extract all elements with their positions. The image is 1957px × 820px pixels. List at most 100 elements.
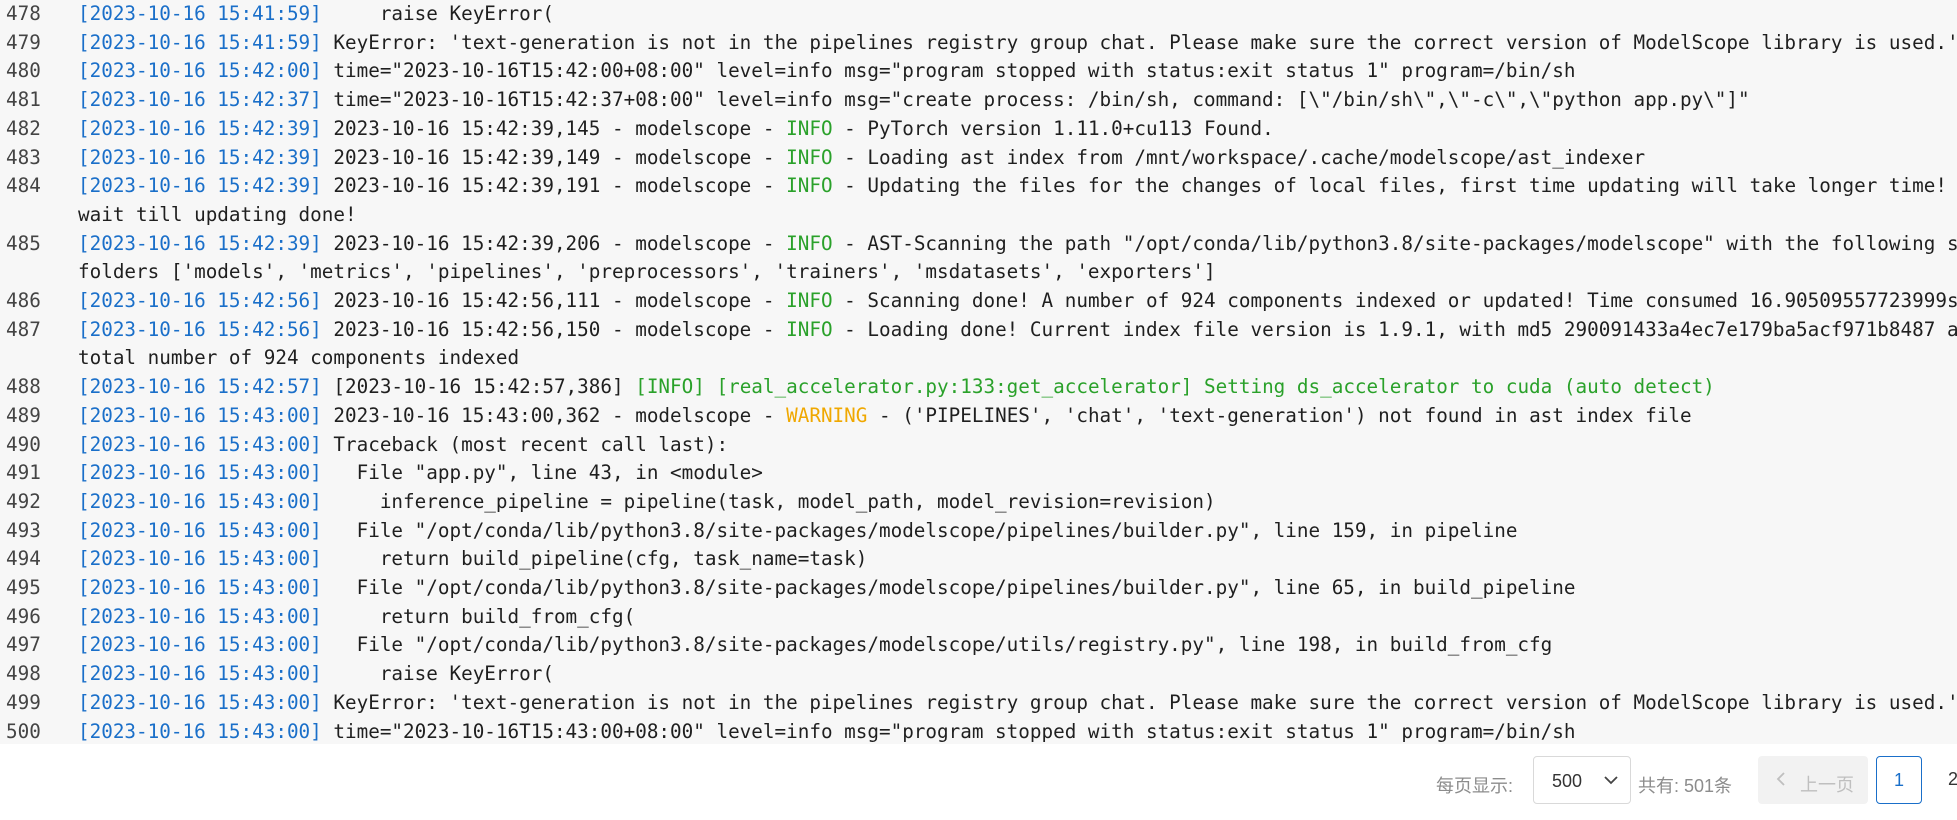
line-number: 480 xyxy=(6,59,41,83)
log-line: 487 [2023-10-16 15:42:56] 2023-10-16 15:4… xyxy=(0,316,1957,373)
log-line: 478 [2023-10-16 15:41:59] raise KeyError( xyxy=(0,0,1957,29)
timestamp: [2023-10-16 15:43:00] xyxy=(78,489,322,513)
page-button-current[interactable]: 1 xyxy=(1876,756,1922,804)
log-text: 2023-10-16 15:42:39,145 - modelscope - xyxy=(321,116,787,140)
log-line: 485 [2023-10-16 15:42:39] 2023-10-16 15:4… xyxy=(0,230,1957,287)
line-visual-row: [2023-10-16 15:42:39] 2023-10-16 15:42:3… xyxy=(78,144,1957,173)
chevron-down-icon xyxy=(1602,771,1620,794)
log-text: total number of 924 components indexed xyxy=(78,346,520,370)
log-line: 496 [2023-10-16 15:43:00] return build_fr… xyxy=(0,603,1957,632)
log-text: File "/opt/conda/lib/python3.8/site-pack… xyxy=(321,633,1553,657)
log-line: 499 [2023-10-16 15:43:00] KeyError: 'text… xyxy=(0,689,1957,718)
line-number: 497 xyxy=(6,633,41,657)
timestamp: [2023-10-16 15:43:00] xyxy=(78,432,322,456)
line-number: 481 xyxy=(6,88,41,112)
line-content: [2023-10-16 15:41:59] KeyError: 'text-ge… xyxy=(78,29,1957,58)
timestamp: [2023-10-16 15:41:59] xyxy=(78,30,322,54)
line-number: 496 xyxy=(6,604,41,628)
line-content: [2023-10-16 15:42:57] [2023-10-16 15:42:… xyxy=(78,373,1957,402)
log-text: - Loading ast index from /mnt/workspace/… xyxy=(832,145,1646,169)
log-text: 2023-10-16 15:42:56,150 - modelscope - xyxy=(321,317,787,341)
page-size-label: 每页显示: xyxy=(1436,776,1514,796)
timestamp: [2023-10-16 15:42:37] xyxy=(78,88,322,112)
line-number: 498 xyxy=(6,662,41,686)
line-visual-row: [2023-10-16 15:43:00] time="2023-10-16T1… xyxy=(78,718,1957,744)
line-visual-row: [2023-10-16 15:43:00] raise KeyError( xyxy=(78,660,1957,689)
prev-page-label: 上一页 xyxy=(1800,775,1854,795)
line-content: [2023-10-16 15:42:56] 2023-10-16 15:42:5… xyxy=(78,287,1957,316)
line-number: 488 xyxy=(6,375,41,399)
page-button-next[interactable]: 2 xyxy=(1930,756,1957,804)
log-line: 497 [2023-10-16 15:43:00] File "/opt/cond… xyxy=(0,631,1957,660)
log-line: 479 [2023-10-16 15:41:59] KeyError: 'text… xyxy=(0,29,1957,58)
log-text: folders ['models', 'metrics', 'pipelines… xyxy=(78,260,1216,284)
timestamp: [2023-10-16 15:43:00] xyxy=(78,547,322,571)
line-content: [2023-10-16 15:43:00] File "/opt/conda/l… xyxy=(78,631,1957,660)
line-content: [2023-10-16 15:42:00] time="2023-10-16T1… xyxy=(78,57,1957,86)
timestamp: [2023-10-16 15:42:57] xyxy=(78,375,322,399)
line-content: [2023-10-16 15:43:00] return build_pipel… xyxy=(78,545,1957,574)
timestamp: [2023-10-16 15:43:00] xyxy=(78,576,322,600)
line-content: [2023-10-16 15:43:00] File "app.py", lin… xyxy=(78,459,1957,488)
line-visual-row: [2023-10-16 15:42:39] 2023-10-16 15:42:3… xyxy=(78,230,1957,259)
page-size-value: 500 xyxy=(1552,771,1583,791)
level-info: INFO xyxy=(786,174,833,198)
line-number: 489 xyxy=(6,403,41,427)
line-content: [2023-10-16 15:43:00] inference_pipeline… xyxy=(78,488,1957,517)
line-content: [2023-10-16 15:42:39] 2023-10-16 15:42:3… xyxy=(78,144,1957,173)
line-visual-row: [2023-10-16 15:42:39] 2023-10-16 15:42:3… xyxy=(78,115,1957,144)
line-visual-row: [2023-10-16 15:42:00] time="2023-10-16T1… xyxy=(78,57,1957,86)
timestamp: [2023-10-16 15:43:00] xyxy=(78,461,322,485)
line-visual-row: folders ['models', 'metrics', 'pipelines… xyxy=(78,258,1957,287)
line-content: [2023-10-16 15:43:00] time="2023-10-16T1… xyxy=(78,718,1957,744)
line-content: [2023-10-16 15:43:00] Traceback (most re… xyxy=(78,431,1957,460)
page-size-select[interactable]: 500 xyxy=(1533,756,1631,804)
total-count: 共有: 501条 xyxy=(1638,776,1733,796)
line-content: [2023-10-16 15:43:00] 2023-10-16 15:43:0… xyxy=(78,402,1957,431)
timestamp: [2023-10-16 15:42:39] xyxy=(78,231,322,255)
log-line: 489 [2023-10-16 15:43:00] 2023-10-16 15:4… xyxy=(0,402,1957,431)
level-info: INFO xyxy=(786,231,833,255)
line-content: [2023-10-16 15:42:56] 2023-10-16 15:42:5… xyxy=(78,316,1957,373)
line-number: 493 xyxy=(6,518,41,542)
timestamp: [2023-10-16 15:42:39] xyxy=(78,174,322,198)
log-line: 493 [2023-10-16 15:43:00] File "/opt/cond… xyxy=(0,517,1957,546)
line-visual-row: [2023-10-16 15:43:00] KeyError: 'text-ge… xyxy=(78,689,1957,718)
line-content: [2023-10-16 15:42:39] 2023-10-16 15:42:3… xyxy=(78,172,1957,229)
log-text: 2023-10-16 15:43:00,362 - modelscope - xyxy=(321,403,787,427)
line-number: 484 xyxy=(6,174,41,198)
log-text: - AST-Scanning the path "/opt/conda/lib/… xyxy=(832,231,1957,255)
line-visual-row: [2023-10-16 15:43:00] File "/opt/conda/l… xyxy=(78,574,1957,603)
level-info: INFO xyxy=(786,317,833,341)
log-line: 481 [2023-10-16 15:42:37] time="2023-10-1… xyxy=(0,86,1957,115)
line-visual-row: [2023-10-16 15:42:56] 2023-10-16 15:42:5… xyxy=(78,287,1957,316)
log-text: inference_pipeline = pipeline(task, mode… xyxy=(321,489,1216,513)
line-number: 482 xyxy=(6,116,41,140)
line-visual-row: [2023-10-16 15:42:57] [2023-10-16 15:42:… xyxy=(78,373,1957,402)
line-content: [2023-10-16 15:43:00] return build_from_… xyxy=(78,603,1957,632)
log-text: [2023-10-16 15:42:57,386] xyxy=(321,375,636,399)
timestamp: [2023-10-16 15:42:56] xyxy=(78,317,322,341)
log-line: 480 [2023-10-16 15:42:00] time="2023-10-1… xyxy=(0,57,1957,86)
chevron-left-icon xyxy=(1772,770,1790,793)
line-content: [2023-10-16 15:43:00] File "/opt/conda/l… xyxy=(78,574,1957,603)
log-line: 486 [2023-10-16 15:42:56] 2023-10-16 15:4… xyxy=(0,287,1957,316)
level-warning: WARNING xyxy=(786,403,868,427)
timestamp: [2023-10-16 15:42:39] xyxy=(78,145,322,169)
log-text: File "/opt/conda/lib/python3.8/site-pack… xyxy=(321,518,1518,542)
prev-page-button[interactable]: 上一页 xyxy=(1758,756,1868,804)
log-text: 2023-10-16 15:42:39,191 - modelscope - xyxy=(321,174,787,198)
timestamp: [2023-10-16 15:43:00] xyxy=(78,403,322,427)
log-text: - PyTorch version 1.11.0+cu113 Found. xyxy=(832,116,1274,140)
timestamp: [2023-10-16 15:42:56] xyxy=(78,289,322,313)
timestamp: [2023-10-16 15:43:00] xyxy=(78,604,322,628)
timestamp: [2023-10-16 15:42:39] xyxy=(78,116,322,140)
line-content: [2023-10-16 15:42:39] 2023-10-16 15:42:3… xyxy=(78,230,1957,287)
timestamp: [2023-10-16 15:43:00] xyxy=(78,662,322,686)
log-text: 2023-10-16 15:42:56,111 - modelscope - xyxy=(321,289,787,313)
line-visual-row: [2023-10-16 15:43:00] return build_pipel… xyxy=(78,545,1957,574)
line-number: 499 xyxy=(6,690,41,714)
log-text: KeyError: 'text-generation is not in the… xyxy=(321,30,1957,54)
log-text: - Updating the files for the changes of … xyxy=(832,174,1957,198)
log-text: return build_from_cfg( xyxy=(321,604,636,628)
